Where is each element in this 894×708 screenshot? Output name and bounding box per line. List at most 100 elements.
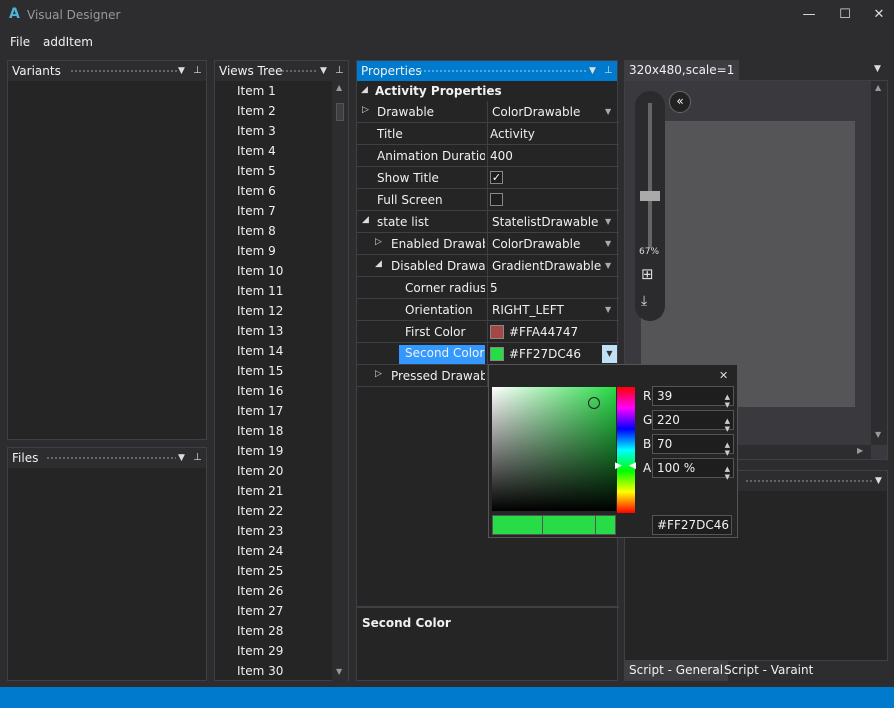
tree-item[interactable]: Item 20: [237, 464, 283, 478]
property-value[interactable]: RIGHT_LEFT: [492, 303, 564, 317]
dropdown-icon[interactable]: ▼: [602, 345, 617, 363]
property-value[interactable]: #FFA44747: [509, 325, 578, 339]
property-value[interactable]: 400: [490, 149, 513, 163]
property-checkbox[interactable]: ✓: [490, 171, 503, 184]
collapse-icon[interactable]: ◢: [362, 215, 369, 225]
tree-item[interactable]: Item 9: [237, 244, 276, 258]
tree-item[interactable]: Item 17: [237, 404, 283, 418]
color-cursor[interactable]: [588, 397, 600, 409]
scroll-right-icon[interactable]: ▶: [857, 446, 863, 455]
chevron-down-icon[interactable]: ▼: [875, 471, 882, 491]
g-input[interactable]: 220 ▲ ▼: [652, 410, 734, 433]
fit-screen-icon[interactable]: ⊞: [641, 265, 654, 283]
tree-item[interactable]: Item 18: [237, 424, 283, 438]
color-history[interactable]: [492, 515, 616, 535]
hue-slider[interactable]: ▶ ◀: [615, 387, 636, 513]
a-input[interactable]: 100 % ▲ ▼: [652, 458, 734, 481]
slider-handle[interactable]: [640, 191, 660, 201]
tree-item[interactable]: Item 16: [237, 384, 283, 398]
scroll-thumb[interactable]: [336, 103, 344, 121]
saturation-value-area[interactable]: [492, 387, 616, 511]
tree-item[interactable]: Item 11: [237, 284, 283, 298]
tree-item[interactable]: Item 8: [237, 224, 276, 238]
property-row-corner-radius[interactable]: Corner radius 5: [357, 277, 619, 299]
collapse-icon[interactable]: ◢: [375, 259, 382, 269]
property-value[interactable]: #FF27DC46: [509, 347, 581, 361]
property-row-full-screen[interactable]: Full Screen: [357, 189, 619, 211]
close-icon[interactable]: ✕: [719, 369, 728, 382]
menu-file[interactable]: File: [10, 35, 30, 49]
property-value[interactable]: Activity: [490, 127, 535, 141]
tree-item[interactable]: Item 15: [237, 364, 283, 378]
preview-v-scrollbar[interactable]: ▲ ▼: [871, 81, 887, 445]
tree-item[interactable]: Item 1: [237, 84, 276, 98]
tree-scrollbar[interactable]: ▲ ▼: [332, 81, 348, 681]
property-row-state-list[interactable]: ◢ state list StatelistDrawable ▼: [357, 211, 619, 233]
tree-item[interactable]: Item 29: [237, 644, 283, 658]
r-input[interactable]: 39 ▲ ▼: [652, 386, 734, 409]
hue-marker-left[interactable]: ▶: [615, 461, 622, 471]
hex-input[interactable]: #FF27DC46: [652, 515, 732, 535]
minimize-button[interactable]: —: [800, 6, 818, 24]
chevron-down-icon[interactable]: ▼: [589, 61, 596, 81]
property-row-title[interactable]: Title Activity: [357, 123, 619, 145]
property-row-enabled-drawable[interactable]: ▷ Enabled Drawable ColorDrawable ▼: [357, 233, 619, 255]
property-row-first-color[interactable]: First Color #FFA44747: [357, 321, 619, 343]
pin-icon[interactable]: ⊥: [335, 61, 344, 81]
menu-add-item[interactable]: addItem: [43, 35, 93, 49]
chevron-down-icon[interactable]: ▼: [178, 61, 185, 81]
scroll-up-icon[interactable]: ▲: [875, 83, 881, 92]
tree-item[interactable]: Item 7: [237, 204, 276, 218]
tree-item[interactable]: Item 22: [237, 504, 283, 518]
tree-item[interactable]: Item 5: [237, 164, 276, 178]
pin-icon[interactable]: ⊥: [604, 61, 613, 81]
tree-item[interactable]: Item 13: [237, 324, 283, 338]
collapse-toolbar-icon[interactable]: «: [669, 91, 691, 113]
tree-item[interactable]: Item 27: [237, 604, 283, 618]
scroll-up-icon[interactable]: ▲: [336, 83, 342, 92]
dropdown-icon[interactable]: ▼: [605, 217, 611, 226]
tree-item[interactable]: Item 19: [237, 444, 283, 458]
property-value[interactable]: ColorDrawable: [492, 105, 580, 119]
property-row-second-color[interactable]: Second Color #FF27DC46 ▼: [357, 343, 619, 365]
tree-item[interactable]: Item 6: [237, 184, 276, 198]
tree-item[interactable]: Item 30: [237, 664, 283, 678]
tree-item[interactable]: Item 25: [237, 564, 283, 578]
dropdown-icon[interactable]: ▼: [605, 261, 611, 270]
tab-script-general[interactable]: Script - General: [624, 661, 729, 681]
tree-item[interactable]: Item 26: [237, 584, 283, 598]
download-icon[interactable]: ⤓: [641, 293, 647, 309]
property-row-animation-duration[interactable]: Animation Duration 400: [357, 145, 619, 167]
property-value[interactable]: GradientDrawable: [492, 259, 601, 273]
property-row-disabled-drawable[interactable]: ◢ Disabled Drawable GradientDrawable ▼: [357, 255, 619, 277]
tree-item[interactable]: Item 4: [237, 144, 276, 158]
expand-icon[interactable]: ▷: [375, 237, 382, 247]
tree-item[interactable]: Item 28: [237, 624, 283, 638]
expand-icon[interactable]: ▷: [375, 369, 382, 379]
tree-item[interactable]: Item 14: [237, 344, 283, 358]
tree-item[interactable]: Item 24: [237, 544, 283, 558]
scroll-down-icon[interactable]: ▼: [875, 430, 881, 439]
property-row-orientation[interactable]: Orientation RIGHT_LEFT ▼: [357, 299, 619, 321]
pin-icon[interactable]: ⊥: [193, 448, 202, 468]
dropdown-icon[interactable]: ▼: [605, 305, 611, 314]
tree-item[interactable]: Item 2: [237, 104, 276, 118]
property-row-show-title[interactable]: Show Title ✓: [357, 167, 619, 189]
tab-script-variant[interactable]: Script - Varaint: [724, 661, 813, 681]
chevron-down-icon[interactable]: ▼: [178, 448, 185, 468]
dropdown-icon[interactable]: ▼: [605, 107, 611, 116]
color-swatch[interactable]: [490, 347, 504, 361]
b-input[interactable]: 70 ▲ ▼: [652, 434, 734, 457]
property-value[interactable]: 5: [490, 281, 498, 295]
property-value[interactable]: ColorDrawable: [492, 237, 580, 251]
pin-icon[interactable]: ⊥: [193, 61, 202, 81]
property-checkbox[interactable]: [490, 193, 503, 206]
maximize-button[interactable]: ☐: [836, 6, 854, 24]
section-activity-properties[interactable]: ◢ Activity Properties: [357, 81, 619, 103]
chevron-down-icon[interactable]: ▼: [320, 61, 327, 81]
dropdown-icon[interactable]: ▼: [605, 239, 611, 248]
property-row-drawable[interactable]: ▷ Drawable ColorDrawable ▼: [357, 101, 619, 123]
tree-item[interactable]: Item 12: [237, 304, 283, 318]
color-swatch[interactable]: [490, 325, 504, 339]
scroll-down-icon[interactable]: ▼: [336, 667, 342, 676]
